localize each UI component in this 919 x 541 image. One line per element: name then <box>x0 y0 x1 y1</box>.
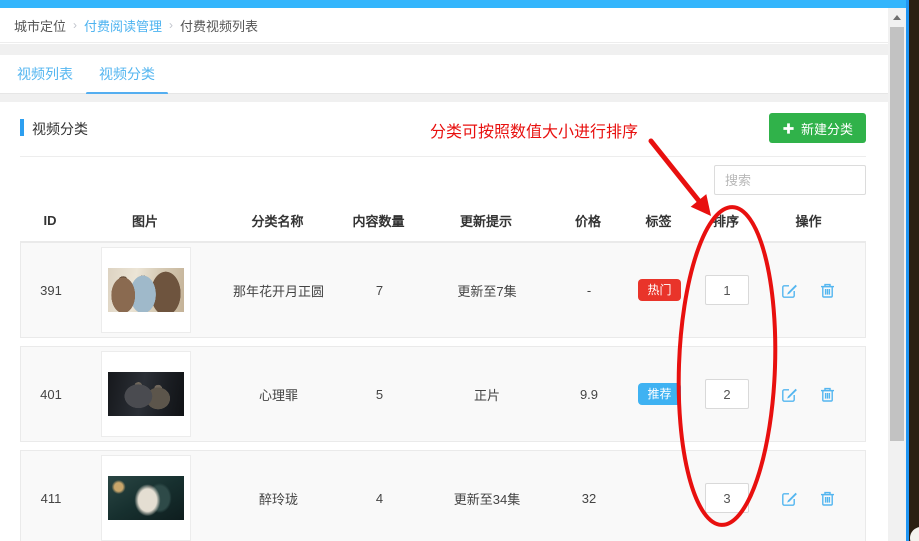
divider <box>20 156 866 157</box>
cell-category-name: 心理罪 <box>211 385 346 404</box>
trash-icon[interactable] <box>819 490 836 507</box>
sort-order-input[interactable] <box>705 483 749 513</box>
category-thumbnail-image <box>108 268 184 312</box>
desktop-background <box>909 0 919 541</box>
page: 城市定位 › 付费阅读管理 › 付费视频列表 视频列表 视频分类 视频分类 分类… <box>0 0 919 541</box>
breadcrumb-separator-icon: › <box>169 18 173 32</box>
trash-icon[interactable] <box>819 386 836 403</box>
create-category-button[interactable]: 新建分类 <box>769 113 866 143</box>
column-header-price: 价格 <box>560 211 616 230</box>
column-header-update: 更新提示 <box>412 211 560 230</box>
category-thumbnail-image <box>108 372 184 416</box>
thumbnail-frame <box>101 455 191 541</box>
plus-icon <box>782 122 795 135</box>
column-header-actions: 操作 <box>751 211 866 230</box>
spacer <box>0 94 888 102</box>
breadcrumb-separator-icon: › <box>73 18 77 32</box>
vertical-scrollbar[interactable] <box>888 8 906 541</box>
spacer <box>0 44 888 55</box>
table-body: 391 那年花开月正圆 7 更新至7集 - 热门 <box>20 242 866 541</box>
cell-price: - <box>561 283 617 298</box>
cell-content-count: 7 <box>346 283 413 298</box>
trash-icon[interactable] <box>819 282 836 299</box>
sort-order-input[interactable] <box>705 379 749 409</box>
breadcrumb-item-paid-video-list[interactable]: 付费视频列表 <box>180 16 258 35</box>
cell-update-hint: 更新至7集 <box>413 281 561 300</box>
cell-id: 391 <box>21 283 81 298</box>
tag-badge-hot: 热门 <box>638 279 680 301</box>
top-accent-bar <box>0 0 906 8</box>
tag-badge-recommend: 推荐 <box>638 383 680 405</box>
sort-order-input[interactable] <box>705 275 749 305</box>
column-header-tag: 标签 <box>616 211 701 230</box>
table-row: 401 心理罪 5 正片 9.9 推荐 <box>20 346 866 442</box>
cell-content-count: 4 <box>346 491 413 506</box>
cell-update-hint: 更新至34集 <box>413 489 561 508</box>
column-header-id: ID <box>20 213 80 228</box>
edit-icon[interactable] <box>781 490 798 507</box>
cell-id: 401 <box>21 387 81 402</box>
breadcrumb: 城市定位 › 付费阅读管理 › 付费视频列表 <box>0 8 888 43</box>
table-row: 411 醉玲珑 4 更新至34集 32 <box>20 450 866 541</box>
cell-price: 32 <box>561 491 617 506</box>
table-row: 391 那年花开月正圆 7 更新至7集 - 热门 <box>20 242 866 338</box>
breadcrumb-item-city[interactable]: 城市定位 <box>14 16 66 35</box>
category-thumbnail-image <box>108 476 184 520</box>
cell-price: 9.9 <box>561 387 617 402</box>
column-header-image: 图片 <box>80 211 210 230</box>
search-input[interactable] <box>714 165 866 195</box>
sort-annotation-text: 分类可按照数值大小进行排序 <box>430 118 638 142</box>
cell-category-name: 那年花开月正圆 <box>211 281 346 300</box>
column-header-count: 内容数量 <box>345 211 412 230</box>
column-header-sort: 排序 <box>701 211 751 230</box>
cell-update-hint: 正片 <box>413 385 561 404</box>
table-header-row: ID 图片 分类名称 内容数量 更新提示 价格 标签 排序 操作 <box>20 200 866 242</box>
edit-icon[interactable] <box>781 282 798 299</box>
cell-content-count: 5 <box>346 387 413 402</box>
scroll-up-icon[interactable] <box>888 8 906 26</box>
tab-video-category[interactable]: 视频分类 <box>86 55 168 93</box>
cell-id: 411 <box>21 491 81 506</box>
breadcrumb-item-paid-reading[interactable]: 付费阅读管理 <box>84 16 162 35</box>
thumbnail-frame <box>101 351 191 437</box>
cell-category-name: 醉玲珑 <box>211 489 346 508</box>
section-title: 视频分类 <box>32 119 88 139</box>
thumbnail-frame <box>101 247 191 333</box>
edit-icon[interactable] <box>781 386 798 403</box>
tab-bar: 视频列表 视频分类 <box>0 55 888 94</box>
scrollbar-thumb[interactable] <box>890 27 904 441</box>
create-category-label: 新建分类 <box>801 119 853 138</box>
section-accent-bar <box>20 119 24 136</box>
column-header-name: 分类名称 <box>210 211 345 230</box>
video-category-panel: 视频分类 分类可按照数值大小进行排序 新建分类 ID 图片 分类名称 内容数量 … <box>0 102 888 541</box>
tab-video-list[interactable]: 视频列表 <box>4 55 86 93</box>
